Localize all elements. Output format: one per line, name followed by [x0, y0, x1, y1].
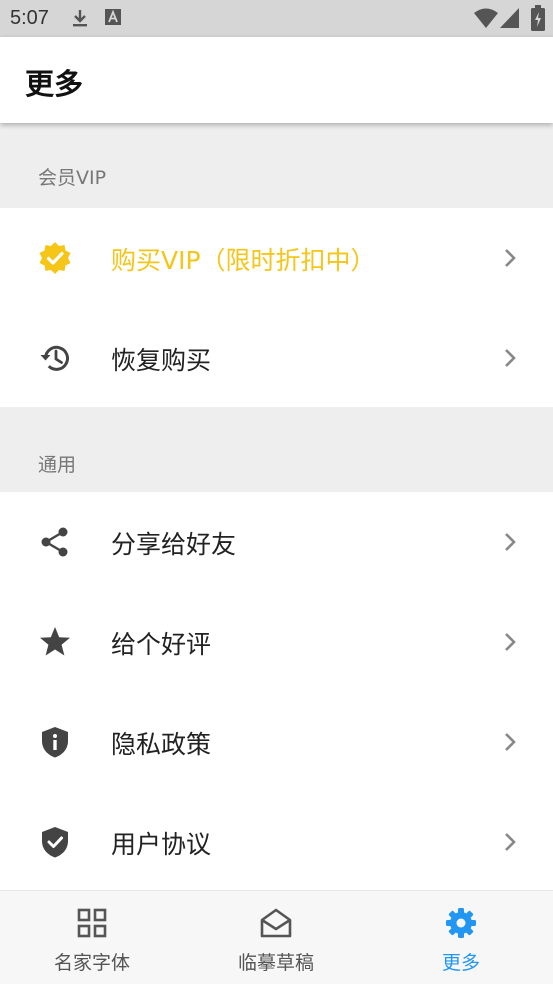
bottom-nav: 名家字体 临摹草稿 更多: [0, 890, 553, 984]
rate-label: 给个好评: [111, 630, 212, 659]
chevron-right-icon: [505, 349, 516, 367]
buy-vip-label: 购买VIP（限时折扣中）: [111, 246, 376, 275]
section-header-label: 会员VIP: [38, 167, 107, 189]
share-label: 分享给好友: [111, 530, 237, 559]
chevron-right-icon: [505, 733, 516, 751]
mail-open-icon: [260, 908, 292, 938]
chevron-right-icon: [505, 833, 516, 851]
text-a-icon: [105, 9, 121, 25]
nav-label: 更多: [441, 952, 480, 974]
grid-icon: [77, 908, 107, 938]
signal-icon: [500, 8, 519, 28]
user-agreement-label: 用户协议: [111, 830, 212, 859]
chevron-right-icon: [505, 633, 516, 651]
chevron-right-icon: [505, 533, 516, 551]
page-title: 更多: [25, 67, 84, 101]
info-shield-icon: [42, 727, 68, 758]
verified-badge-icon: [39, 242, 71, 274]
section-header-general: 通用: [0, 407, 553, 492]
status-time: 5:07: [10, 7, 49, 29]
privacy-policy-label: 隐私政策: [111, 730, 212, 759]
download-icon: [73, 10, 87, 27]
gear-icon: [446, 908, 476, 938]
nav-fonts[interactable]: 名家字体: [0, 891, 184, 984]
app-bar: 更多: [0, 37, 553, 123]
vip-group: 购买VIP（限时折扣中） 恢复购买: [0, 208, 553, 407]
wifi-icon: [474, 8, 498, 28]
nav-label: 临摹草稿: [237, 952, 314, 974]
section-header-label: 通用: [38, 454, 77, 476]
restore-purchase-label: 恢复购买: [111, 346, 212, 375]
share-item[interactable]: 分享给好友: [0, 492, 553, 592]
battery-icon: [531, 5, 545, 31]
star-icon: [40, 627, 70, 656]
rate-item[interactable]: 给个好评: [0, 592, 553, 692]
restore-purchase-item[interactable]: 恢复购买: [0, 308, 553, 408]
check-shield-icon: [42, 827, 68, 858]
history-icon: [40, 345, 69, 371]
nav-label: 名家字体: [53, 952, 130, 974]
privacy-policy-item[interactable]: 隐私政策: [0, 692, 553, 792]
nav-drafts[interactable]: 临摹草稿: [184, 891, 368, 984]
user-agreement-item[interactable]: 用户协议: [0, 792, 553, 892]
chevron-right-icon: [505, 249, 516, 267]
buy-vip-item[interactable]: 购买VIP（限时折扣中）: [0, 208, 553, 308]
status-bar: 5:07: [0, 0, 553, 37]
share-icon: [41, 527, 68, 557]
nav-more[interactable]: 更多: [369, 891, 553, 984]
section-header-vip: 会员VIP: [0, 123, 553, 208]
general-group: 分享给好友 给个好评 隐私政策 用户协议: [0, 492, 553, 890]
